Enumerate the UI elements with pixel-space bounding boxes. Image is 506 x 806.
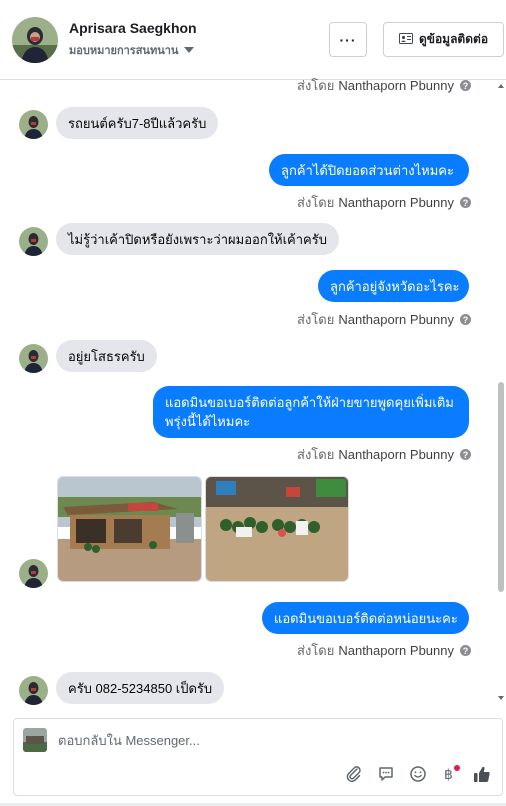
paperclip-icon[interactable] <box>342 762 366 786</box>
info-icon[interactable]: ? <box>460 80 471 91</box>
info-icon[interactable]: ? <box>460 449 471 460</box>
contact-avatar-small <box>19 676 48 705</box>
scroll-down-arrow[interactable] <box>498 696 504 700</box>
sender-name[interactable]: Nanthaporn Pbunny <box>338 312 454 327</box>
info-icon[interactable]: ? <box>460 645 471 656</box>
caret-down-icon <box>184 47 195 53</box>
page-avatar <box>23 728 47 752</box>
incoming-message: รถยนต์ครับ7-8ปีแล้วครับ <box>56 107 219 139</box>
svg-text:฿: ฿ <box>444 767 453 783</box>
incoming-message: ไม่รู้ว่าเค้าปิดหรือยังเพราะว่าผมออกให้เ… <box>56 223 339 255</box>
scrollbar-thumb[interactable] <box>498 382 504 592</box>
sent-by-line: ส่งโดย Nanthaporn Pbunny ? <box>297 309 471 330</box>
outgoing-message: แอดมินขอเบอร์ติดต่อหน่อยนะคะ <box>262 602 469 634</box>
baht-icon[interactable]: ฿ <box>439 762 463 786</box>
contact-name[interactable]: Aprisara Saegkhon <box>69 20 197 36</box>
incoming-message: อยู่ยโสธรครับ <box>56 340 157 372</box>
contact-avatar-small <box>19 227 48 256</box>
reply-input[interactable] <box>58 733 458 748</box>
view-contact-button[interactable]: ดูข้อมูลติดต่อ <box>383 22 504 57</box>
view-contact-label: ดูข้อมูลติดต่อ <box>418 32 489 46</box>
reply-composer: ฿ <box>13 718 503 796</box>
contact-avatar-small <box>19 559 48 588</box>
sender-name[interactable]: Nanthaporn Pbunny <box>338 447 454 462</box>
sent-by-line: ส่งโดย Nanthaporn Pbunny ? <box>297 192 471 213</box>
assign-conversation-dropdown[interactable]: มอบหมายการสนทนาน <box>69 41 195 59</box>
contact-card-icon <box>398 32 413 47</box>
outgoing-message: ลูกค้าอยู่จังหวัดอะไรคะ <box>318 270 469 302</box>
ellipsis-icon: ··· <box>339 31 357 48</box>
outgoing-message: แอดมินขอเบอร์ติดต่อลูกค้าให้ฝ่ายขายพูดคุ… <box>153 386 469 438</box>
contact-avatar-small <box>19 344 48 373</box>
thread-scrollbar[interactable] <box>498 86 504 702</box>
outgoing-message: ลูกค้าได้ปิดยอดส่วนต่างไหมคะ <box>269 154 469 186</box>
contact-avatar[interactable] <box>12 17 58 63</box>
more-options-button[interactable]: ··· <box>329 22 367 57</box>
contact-avatar-small <box>19 110 48 139</box>
smiley-icon[interactable] <box>406 762 430 786</box>
roadside-fruit-stand-photo[interactable] <box>57 476 202 582</box>
watermelons-on-ground-photo[interactable] <box>205 476 349 582</box>
assign-conversation-label: มอบหมายการสนทนาน <box>69 45 179 57</box>
sent-by-line: ส่งโดย Nanthaporn Pbunny ? <box>297 444 471 465</box>
sent-by-line: ส่งโดย Nanthaporn Pbunny ? <box>297 640 471 661</box>
thumbs-up-icon[interactable] <box>470 762 494 786</box>
sent-by-line: ส่งโดย Nanthaporn Pbunny ? <box>297 75 471 96</box>
sender-name[interactable]: Nanthaporn Pbunny <box>338 643 454 658</box>
info-icon[interactable]: ? <box>460 197 471 208</box>
incoming-message: ครับ 082-5234850 เป็ดรับ <box>56 672 225 704</box>
chat-bubble-icon[interactable] <box>374 762 398 786</box>
sender-name[interactable]: Nanthaporn Pbunny <box>338 78 454 93</box>
sender-name[interactable]: Nanthaporn Pbunny <box>338 195 454 210</box>
conversation-header: Aprisara Saegkhon มอบหมายการสนทนาน ··· ด… <box>0 0 506 80</box>
info-icon[interactable]: ? <box>460 314 471 325</box>
